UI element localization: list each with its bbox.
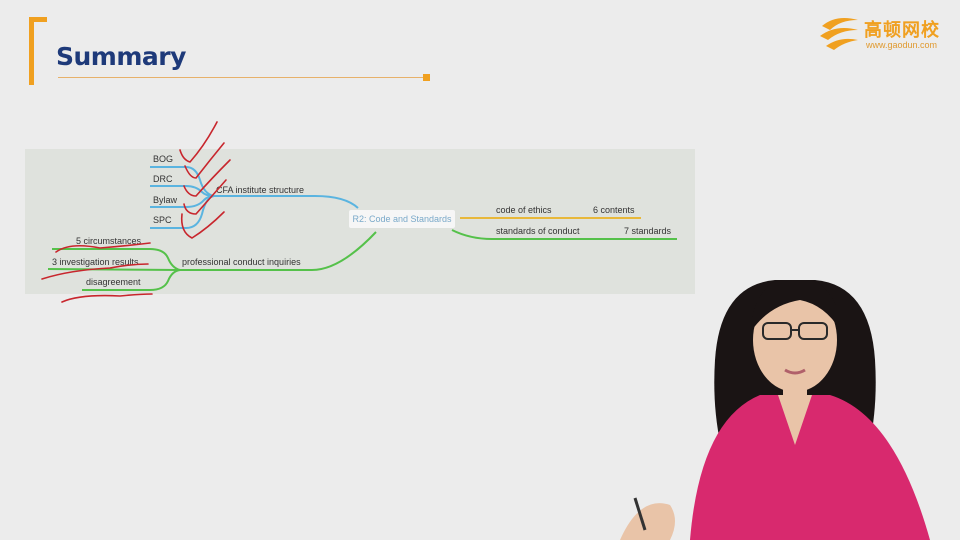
- presenter-video-overlay: [620, 280, 930, 540]
